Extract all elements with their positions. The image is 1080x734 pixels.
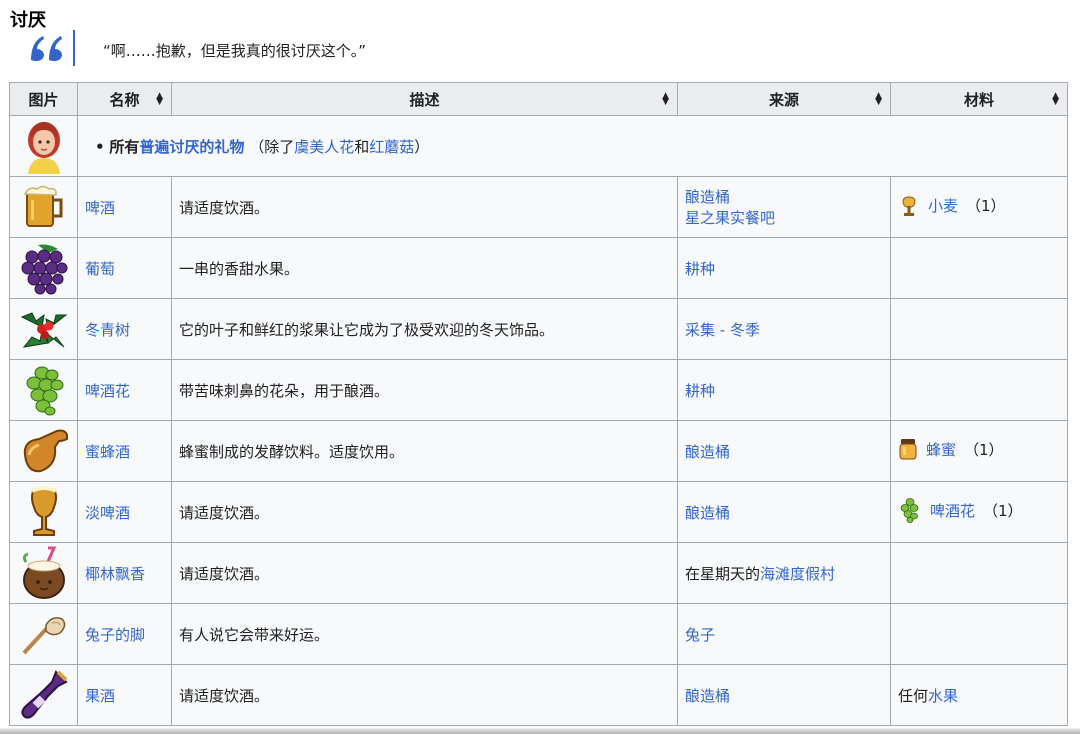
item-description: 蜂蜜制成的发酵饮料。适度饮用。 — [171, 420, 678, 482]
pale-ale-icon[interactable] — [9, 481, 78, 543]
table-row: 淡啤酒 请适度饮酒。 酿造桶 啤酒花 （1） — [9, 481, 1068, 543]
table-header-row: 图片 名称 ▲ ▼ 描述 ▲ ▼ 来源 ▲ ▼ 材料 ▲ ▼ — [9, 82, 1068, 116]
item-description: 请适度饮酒。 — [171, 664, 678, 726]
grape-icon[interactable] — [9, 237, 78, 299]
disliked-gifts-table: 图片 名称 ▲ ▼ 描述 ▲ ▼ 来源 ▲ ▼ 材料 ▲ ▼ • 所有普遍讨厌的… — [9, 82, 1068, 726]
header-name[interactable]: 名称 ▲ ▼ — [77, 82, 172, 116]
item-link-mead[interactable]: 蜜蜂酒 — [85, 443, 130, 461]
mead-icon[interactable] — [9, 420, 78, 482]
item-link-holly[interactable]: 冬青树 — [85, 321, 130, 339]
source-link-beach-resort[interactable]: 海滩度假村 — [760, 565, 835, 583]
item-link-beer[interactable]: 啤酒 — [85, 199, 115, 217]
quote-text: “啊……抱歉，但是我真的很讨厌这个。” — [103, 42, 367, 60]
holly-icon[interactable] — [9, 298, 78, 360]
table-row: 啤酒花 带苦味刺鼻的花朵，用于酿酒。 耕种 — [9, 359, 1068, 421]
header-image: 图片 — [9, 82, 78, 116]
material-link-fruit[interactable]: 水果 — [928, 687, 958, 705]
item-source: 酿造桶 — [677, 664, 891, 726]
item-link-wine[interactable]: 果酒 — [85, 687, 115, 705]
item-source: 在星期天的海滩度假村 — [677, 542, 891, 604]
item-link-pina-colada[interactable]: 椰林飘香 — [85, 565, 145, 583]
villager-note: • 所有普遍讨厌的礼物 （除了虞美人花和红蘑菇） — [77, 115, 1068, 177]
item-link-grape[interactable]: 葡萄 — [85, 260, 115, 278]
wine-icon[interactable] — [9, 664, 78, 726]
item-description: 它的叶子和鲜红的浆果让它成为了极受欢迎的冬天饰品。 — [171, 298, 678, 360]
table-row: 椰林飘香 请适度饮酒。 在星期天的海滩度假村 — [9, 542, 1068, 604]
source-link-farming[interactable]: 耕种 — [685, 382, 715, 400]
beer-icon[interactable] — [9, 176, 78, 238]
item-description: 请适度饮酒。 — [171, 481, 678, 543]
villager-portrait — [9, 115, 78, 177]
item-source: 酿造桶 — [677, 481, 891, 543]
item-source: 采集 - 冬季 — [677, 298, 891, 360]
material-link-honey[interactable]: 蜂蜜 — [926, 439, 956, 460]
table-row: 冬青树 它的叶子和鲜红的浆果让它成为了极受欢迎的冬天饰品。 采集 - 冬季 — [9, 298, 1068, 360]
quote-icon — [27, 30, 75, 66]
source-link-keg[interactable]: 酿造桶 — [685, 504, 730, 522]
page-bottom-edge — [0, 728, 1080, 734]
item-source: 兔子 — [677, 603, 891, 665]
source-link-keg[interactable]: 酿造桶 — [685, 443, 730, 461]
table-row: 果酒 请适度饮酒。 酿造桶 任何水果 — [9, 664, 1068, 726]
pina-colada-icon[interactable] — [9, 542, 78, 604]
item-materials — [890, 359, 1068, 421]
villager-portrait-icon — [27, 122, 60, 174]
hops-icon[interactable] — [9, 359, 78, 421]
sort-icon[interactable]: ▲ ▼ — [1052, 92, 1059, 107]
material-link-hops[interactable]: 啤酒花 — [930, 500, 975, 521]
villager-row: • 所有普遍讨厌的礼物 （除了虞美人花和红蘑菇） — [9, 115, 1068, 177]
item-materials — [890, 298, 1068, 360]
item-link-pale-ale[interactable]: 淡啤酒 — [85, 504, 130, 522]
item-description: 一串的香甜水果。 — [171, 237, 678, 299]
item-materials: 任何水果 — [890, 664, 1068, 726]
honey-icon — [899, 439, 917, 460]
hops-small-icon — [900, 498, 919, 523]
source-link-stardrop-saloon[interactable]: 星之果实餐吧 — [685, 209, 775, 227]
item-description: 请适度饮酒。 — [171, 176, 678, 238]
section-title: 讨厌 — [10, 10, 46, 31]
exception-link-red-mushroom[interactable]: 红蘑菇 — [369, 138, 414, 156]
source-link-farming[interactable]: 耕种 — [685, 260, 715, 278]
universal-hates-link[interactable]: 普遍讨厌的礼物 — [139, 138, 244, 156]
item-source: 酿造桶 星之果实餐吧 — [677, 176, 891, 238]
source-link-keg[interactable]: 酿造桶 — [685, 687, 730, 705]
header-materials[interactable]: 材料 ▲ ▼ — [890, 82, 1068, 116]
exception-link-poppy[interactable]: 虞美人花 — [294, 138, 354, 156]
material-link-wheat[interactable]: 小麦 — [928, 195, 958, 216]
item-materials: 蜂蜜 （1） — [890, 420, 1068, 482]
sort-icon[interactable]: ▲ ▼ — [875, 92, 882, 107]
table-row: 蜜蜂酒 蜂蜜制成的发酵饮料。适度饮用。 酿造桶 蜂蜜 （1） — [9, 420, 1068, 482]
item-materials — [890, 237, 1068, 299]
item-link-rabbits-foot[interactable]: 兔子的脚 — [85, 626, 145, 644]
item-materials: 小麦 （1） — [890, 176, 1068, 238]
source-link-keg[interactable]: 酿造桶 — [685, 188, 730, 206]
wheat-icon — [902, 196, 916, 216]
item-source: 耕种 — [677, 237, 891, 299]
item-description: 有人说它会带来好运。 — [171, 603, 678, 665]
table-row: 兔子的脚 有人说它会带来好运。 兔子 — [9, 603, 1068, 665]
table-row: 葡萄 一串的香甜水果。 耕种 — [9, 237, 1068, 299]
item-source: 酿造桶 — [677, 420, 891, 482]
header-description[interactable]: 描述 ▲ ▼ — [171, 82, 678, 116]
table-row: 啤酒 请适度饮酒。 酿造桶 星之果实餐吧 小麦 （1） — [9, 176, 1068, 238]
item-link-hops[interactable]: 啤酒花 — [85, 382, 130, 400]
item-materials — [890, 542, 1068, 604]
item-materials — [890, 603, 1068, 665]
item-source: 耕种 — [677, 359, 891, 421]
source-link-rabbit[interactable]: 兔子 — [685, 626, 715, 644]
source-link-foraging-winter[interactable]: 采集 - 冬季 — [685, 321, 760, 339]
item-description: 请适度饮酒。 — [171, 542, 678, 604]
item-materials: 啤酒花 （1） — [890, 481, 1068, 543]
header-source[interactable]: 来源 ▲ ▼ — [677, 82, 891, 116]
item-description: 带苦味刺鼻的花朵，用于酿酒。 — [171, 359, 678, 421]
sort-icon[interactable]: ▲ ▼ — [156, 92, 163, 107]
rabbit-foot-icon[interactable] — [9, 603, 78, 665]
sort-icon[interactable]: ▲ ▼ — [662, 92, 669, 107]
